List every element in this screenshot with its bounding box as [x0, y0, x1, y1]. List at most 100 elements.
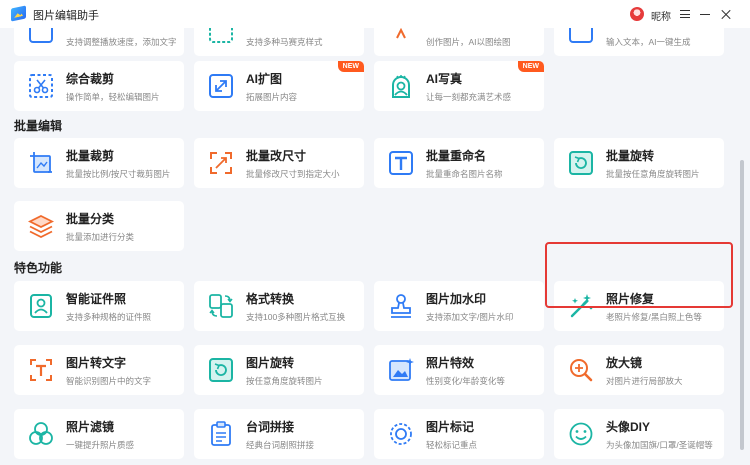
section-title-features: 特色功能 [14, 261, 63, 275]
tool-card-image-marker[interactable]: 图片标记 轻松标记重点 [374, 409, 544, 459]
tool-card-crop[interactable]: 综合裁剪 操作简单，轻松编辑图片 [14, 61, 184, 111]
tool-desc: 批量按任意角度旋转图片 [606, 169, 700, 179]
tool-title: 头像DIY [606, 420, 651, 434]
tool-desc: 批量修改尺寸到指定大小 [246, 169, 340, 179]
clipboard-icon [206, 419, 236, 449]
tool-desc: 支持100多种图片格式互换 [246, 312, 346, 322]
tool-card-batch-crop[interactable]: 批量裁剪 批量按比例/按尺寸裁剪图片 [14, 138, 184, 188]
tool-title: 批量改尺寸 [246, 149, 307, 163]
tool-desc: 支持多种规格的证件照 [66, 312, 152, 322]
new-badge: NEW [517, 61, 544, 72]
marker-icon [386, 419, 416, 449]
tool-title: 台词拼接 [246, 420, 295, 434]
magic-wand-icon [566, 291, 596, 321]
minimize-icon [700, 13, 710, 15]
tool-card[interactable]: 支持调整播放速度，添加文字 [14, 28, 184, 56]
tool-card-ocr[interactable]: 图片转文字 智能识别图片中的文字 [14, 345, 184, 395]
tool-card-batch-resize[interactable]: 批量改尺寸 批量修改尺寸到指定大小 [194, 138, 364, 188]
tool-title: AI扩图 [246, 72, 283, 86]
user-name[interactable]: 昵称 [651, 8, 671, 23]
image-effect-icon [386, 355, 416, 385]
tool-desc: 智能识别图片中的文字 [66, 376, 152, 386]
magnifier-icon [566, 355, 596, 385]
tool-title: 图片旋转 [246, 356, 295, 370]
ai-paint-icon [386, 28, 416, 46]
tool-card[interactable]: 支持多种马赛克样式 [194, 28, 364, 56]
tool-desc: 批量添加进行分类 [66, 232, 135, 242]
section-title-batch: 批量编辑 [14, 119, 63, 133]
tool-title: 图片标记 [426, 420, 475, 434]
tool-desc: 老照片修复/黑白照上色等 [606, 312, 702, 322]
id-photo-icon [26, 291, 56, 321]
tool-desc: 支持多种马赛克样式 [246, 37, 323, 47]
tool-desc: 性别变化/年龄变化等 [426, 376, 505, 386]
scrollbar-thumb[interactable] [740, 160, 744, 450]
tool-card-image-rotate[interactable]: 图片旋转 按任意角度旋转图片 [194, 345, 364, 395]
tool-card[interactable]: 输入文本，AI一键生成 [554, 28, 724, 56]
tool-card-photo-repair[interactable]: 照片修复 老照片修复/黑白照上色等 [554, 281, 724, 331]
tool-desc: 支持调整播放速度，添加文字 [66, 37, 177, 47]
tool-card-ai-expand[interactable]: AI扩图 拓展图片内容 NEW [194, 61, 364, 111]
tool-desc: 批量重命名图片名称 [426, 169, 503, 179]
tool-desc: 轻松标记重点 [426, 440, 478, 450]
resize-icon [206, 148, 236, 178]
tool-title: AI写真 [426, 72, 463, 86]
tool-title: 照片特效 [426, 356, 475, 370]
tool-title: 格式转换 [246, 292, 295, 306]
video-icon [26, 28, 56, 46]
tool-card-batch-rename[interactable]: 批量重命名 批量重命名图片名称 [374, 138, 544, 188]
avatar[interactable] [630, 7, 644, 21]
tool-title: 图片转文字 [66, 356, 127, 370]
scissors-icon [26, 71, 56, 101]
title-bar: 图片编辑助手 昵称 [0, 0, 750, 28]
layers-icon [26, 211, 56, 241]
tool-card-id-photo[interactable]: 智能证件照 支持多种规格的证件照 [14, 281, 184, 331]
rotate-icon [206, 355, 236, 385]
crop-icon [26, 148, 56, 178]
close-icon [721, 9, 731, 19]
tool-title: 批量裁剪 [66, 149, 115, 163]
close-button[interactable] [718, 6, 734, 22]
tool-title: 放大镜 [606, 356, 643, 370]
tool-card-batch-rotate[interactable]: 批量旋转 批量按任意角度旋转图片 [554, 138, 724, 188]
tool-card-line-stitch[interactable]: 台词拼接 经典台词剧照拼接 [194, 409, 364, 459]
tool-desc: 按任意角度旋转图片 [246, 376, 323, 386]
ai-text-icon [566, 28, 596, 46]
filter-icon [26, 419, 56, 449]
tool-desc: 一键提升照片质感 [66, 440, 135, 450]
tool-desc: 经典台词剧照拼接 [246, 440, 315, 450]
convert-icon [206, 291, 236, 321]
expand-icon [206, 71, 236, 101]
tool-desc: 对图片进行局部放大 [606, 376, 683, 386]
tool-card-photo-filter[interactable]: 照片滤镜 一键提升照片质感 [14, 409, 184, 459]
minimize-button[interactable] [697, 6, 713, 22]
tool-title: 批量分类 [66, 212, 115, 226]
tool-title: 智能证件照 [66, 292, 127, 306]
tool-card-photo-effects[interactable]: 照片特效 性别变化/年龄变化等 [374, 345, 544, 395]
tool-card-magnifier[interactable]: 放大镜 对图片进行局部放大 [554, 345, 724, 395]
smile-icon [566, 419, 596, 449]
tool-desc: 批量按比例/按尺寸裁剪图片 [66, 169, 171, 179]
menu-icon [680, 10, 690, 18]
tool-card-ai-portrait[interactable]: AI写真 让每一刻都充满艺术感 NEW [374, 61, 544, 111]
menu-button[interactable] [677, 6, 693, 22]
tool-title: 综合裁剪 [66, 72, 115, 86]
tool-card-avatar-diy[interactable]: 头像DIY 为头像加国旗/口罩/圣诞帽等 [554, 409, 724, 459]
ocr-icon [26, 355, 56, 385]
tool-card-watermark[interactable]: 图片加水印 支持添加文字/图片水印 [374, 281, 544, 331]
tool-desc: 让每一刻都充满艺术感 [426, 92, 512, 102]
tool-title: 图片加水印 [426, 292, 487, 306]
tool-desc: 为头像加国旗/口罩/圣诞帽等 [606, 440, 713, 450]
tool-title: 照片修复 [606, 292, 655, 306]
tool-desc: 创作图片，AI以图绘图 [426, 37, 511, 47]
tool-card-format-convert[interactable]: 格式转换 支持100多种图片格式互换 [194, 281, 364, 331]
tool-title: 批量旋转 [606, 149, 655, 163]
tool-card[interactable]: 创作图片，AI以图绘图 [374, 28, 544, 56]
tool-desc: 输入文本，AI一键生成 [606, 37, 691, 47]
tool-card-batch-classify[interactable]: 批量分类 批量添加进行分类 [14, 201, 184, 251]
stamp-icon [386, 291, 416, 321]
tool-desc: 拓展图片内容 [246, 92, 298, 102]
mosaic-icon [206, 28, 236, 46]
tool-title: 照片滤镜 [66, 420, 115, 434]
app-title: 图片编辑助手 [33, 10, 99, 22]
